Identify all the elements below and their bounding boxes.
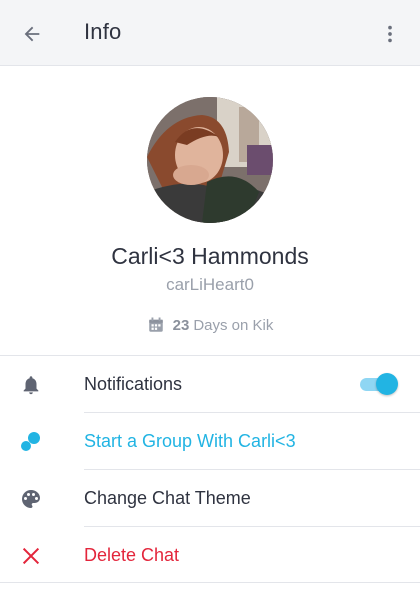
bell-icon — [18, 372, 44, 398]
avatar[interactable] — [147, 97, 273, 223]
delete-chat-label: Delete Chat — [84, 545, 180, 565]
avatar-photo — [147, 97, 273, 223]
change-theme-row[interactable]: Change Chat Theme — [0, 470, 420, 526]
page-title: Info — [84, 19, 122, 44]
delete-chat-row[interactable]: Delete Chat — [0, 527, 420, 583]
notifications-label: Notifications — [84, 374, 183, 394]
close-x-icon — [18, 543, 44, 569]
group-dots-icon — [18, 429, 44, 455]
back-button[interactable] — [14, 16, 50, 52]
arrow-left-icon — [24, 26, 40, 42]
display-name: Carli<3 Hammonds — [111, 243, 309, 269]
change-theme-label: Change Chat Theme — [84, 488, 251, 508]
palette-icon — [18, 486, 44, 512]
notifications-toggle[interactable] — [358, 373, 398, 395]
more-vert-icon — [388, 25, 392, 43]
days-suffix: Days on Kik — [193, 316, 274, 334]
more-options-button[interactable] — [372, 16, 408, 52]
username: carLiHeart0 — [166, 275, 254, 294]
notifications-row[interactable]: Notifications — [0, 356, 420, 412]
start-group-label: Start a Group With Carli<3 — [84, 431, 296, 451]
app-bar: Info — [0, 0, 420, 66]
divider — [0, 582, 420, 583]
start-group-row[interactable]: Start a Group With Carli<3 — [0, 413, 420, 469]
calendar-icon — [147, 316, 165, 334]
days-on-kik: 23 Days on Kik — [0, 316, 420, 334]
days-count: 23 — [172, 316, 190, 334]
toggle-knob — [376, 373, 398, 395]
